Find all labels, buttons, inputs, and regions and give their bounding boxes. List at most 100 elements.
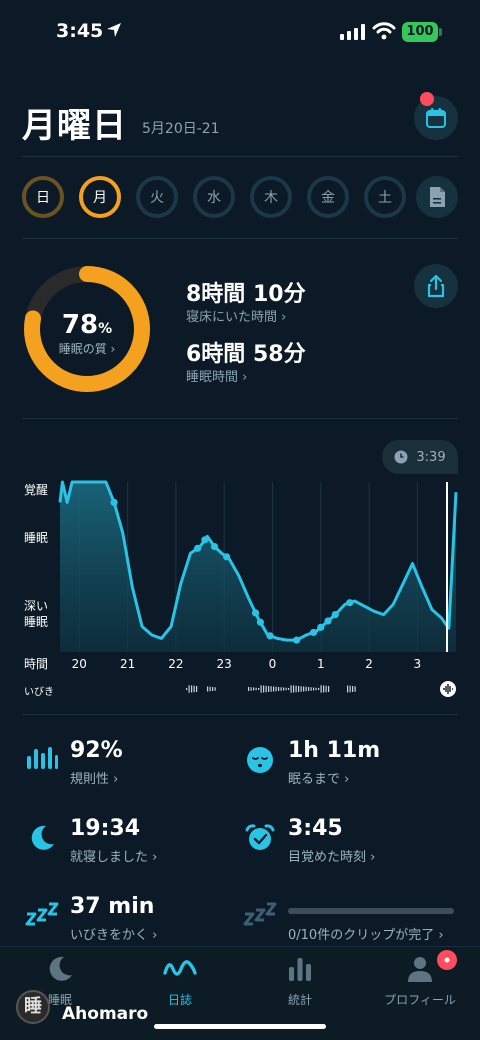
stat-value: 37 min [70,894,155,919]
day-thu[interactable]: 木 [250,176,292,218]
snore-waveform-tick [214,687,216,691]
date-range: 5月20日-21 [142,121,220,137]
x-tick-label: 0 [269,657,277,671]
stat-regularity[interactable]: 92% 規則性 › [24,738,234,798]
divider [22,238,458,239]
snore-waveform-tick [255,687,257,691]
alarm-clock-icon [242,822,278,854]
snore-waveform-tick [310,687,312,691]
sleep-event-marker[interactable] [201,536,209,544]
time-in-bed-label[interactable]: 寝床にいた時間 › [186,306,286,325]
snore-waveform-tick [268,686,270,692]
time-asleep: 6時間 58分 [186,342,306,367]
document-icon [430,187,445,207]
status-bar: 3:45 100 [0,0,480,64]
tab-label: プロフィール [384,993,456,1007]
quality-unit: % [98,321,113,337]
snore-waveform-tick [298,686,300,692]
snore-waveform-tick [278,687,280,691]
home-indicator [154,1024,326,1029]
clock-icon [394,450,408,464]
zzz-icon [24,900,60,932]
day-mon[interactable]: 月 [79,176,121,218]
time-in-bed: 8時間 10分 [186,282,306,307]
stat-snoring[interactable]: 37 min いびきをかく › [24,894,234,954]
snore-waveform-tick [313,687,315,691]
sleep-event-marker[interactable] [194,544,202,552]
tab-stats[interactable]: 統計 [250,955,350,1008]
x-tick-label: 1 [317,657,325,671]
share-icon [427,274,445,298]
wave-icon [163,960,197,976]
snore-waveform-tick [290,685,292,693]
stat-wake-time[interactable]: 3:45 目覚めた時刻 › [242,816,452,876]
x-tick-label: 21 [120,657,135,671]
stat-value: 1h 11m [288,738,381,763]
day-sun[interactable]: 日 [22,176,64,218]
snore-waveform-tick [328,686,330,692]
sleep-area [60,482,456,652]
stat-time-to-sleep[interactable]: 1h 11m 眠るまで › [242,738,452,798]
time-asleep-label[interactable]: 睡眠時間 › [186,366,247,385]
snore-waveform-tick [325,685,327,693]
regularity-icon [24,744,60,776]
sleep-event-marker[interactable] [317,623,325,631]
stat-label: いびきをかく › [70,928,158,943]
stat-value: 92% [70,738,123,763]
snore-waveform-tick [212,687,214,691]
sleep-event-marker[interactable] [110,498,118,506]
notes-button[interactable] [416,176,458,218]
snore-waveform-tick [323,685,325,693]
sleep-event-marker[interactable] [256,618,265,626]
sleep-event-marker[interactable] [223,553,231,561]
stat-clips[interactable]: 0/10件のクリップが完了 › [242,894,454,954]
day-fri[interactable]: 金 [307,176,349,218]
hypnogram-chart[interactable]: 20 21 22 23 0 1 2 3 [0,476,480,708]
snore-waveform-tick [270,686,272,692]
sleep-event-marker[interactable] [309,628,318,637]
sleep-event-marker[interactable] [331,611,339,619]
zzz-icon [242,900,278,932]
snore-waveform-tick [253,687,255,691]
x-tick-label: 3 [414,657,422,671]
sleep-event-marker[interactable] [251,609,260,617]
x-tick-label: 23 [217,657,232,671]
snore-waveform-tick [347,685,349,693]
day-sat[interactable]: 土 [364,176,406,218]
stat-label: 0/10件のクリップが完了 › [288,928,444,943]
stat-label: 就寝しました › [70,850,158,865]
sleepy-face-icon [242,744,278,776]
current-time-pill: 3:39 [382,440,458,474]
page-title: 月曜日 [22,106,127,146]
sleep-event-marker[interactable] [346,599,354,607]
quality-label[interactable]: 睡眠の質 › [22,340,152,357]
sleep-event-marker[interactable] [324,617,332,625]
stat-bedtime[interactable]: 19:34 就寝しました › [24,816,234,876]
sleep-event-marker[interactable] [210,543,219,551]
snore-waveform-tick [283,687,285,691]
snore-waveform-tick [186,688,188,690]
day-wed[interactable]: 水 [193,176,235,218]
snore-waveform-tick [352,686,354,692]
divider [22,418,458,419]
stat-label: 目覚めた時刻 › [288,850,376,865]
snore-waveform-tick [273,686,275,692]
snore-waveform-tick [318,688,320,690]
sleep-event-marker[interactable] [266,632,274,640]
snore-waveform-tick [188,685,190,693]
moon-icon [24,822,60,854]
share-button[interactable] [414,264,458,308]
sleep-summary: 78% 睡眠の質 › 8時間 10分 寝床にいた時間 › 6時間 58分 睡眠時… [22,262,458,412]
clips-progress-bar [288,908,454,914]
profile-badge [437,950,457,970]
sleep-event-marker[interactable] [293,636,301,644]
day-tue[interactable]: 火 [136,176,178,218]
bar-chart-icon [289,958,311,981]
tab-journal[interactable]: 日誌 [130,955,230,1008]
watermark-logo: 睡 [16,990,50,1024]
watermark-name: Ahomaro [62,1004,149,1024]
snore-waveform-tick [354,686,356,692]
snore-waveform-tick [196,686,198,692]
stat-value: 19:34 [70,816,141,841]
x-tick-label: 2 [365,657,373,671]
